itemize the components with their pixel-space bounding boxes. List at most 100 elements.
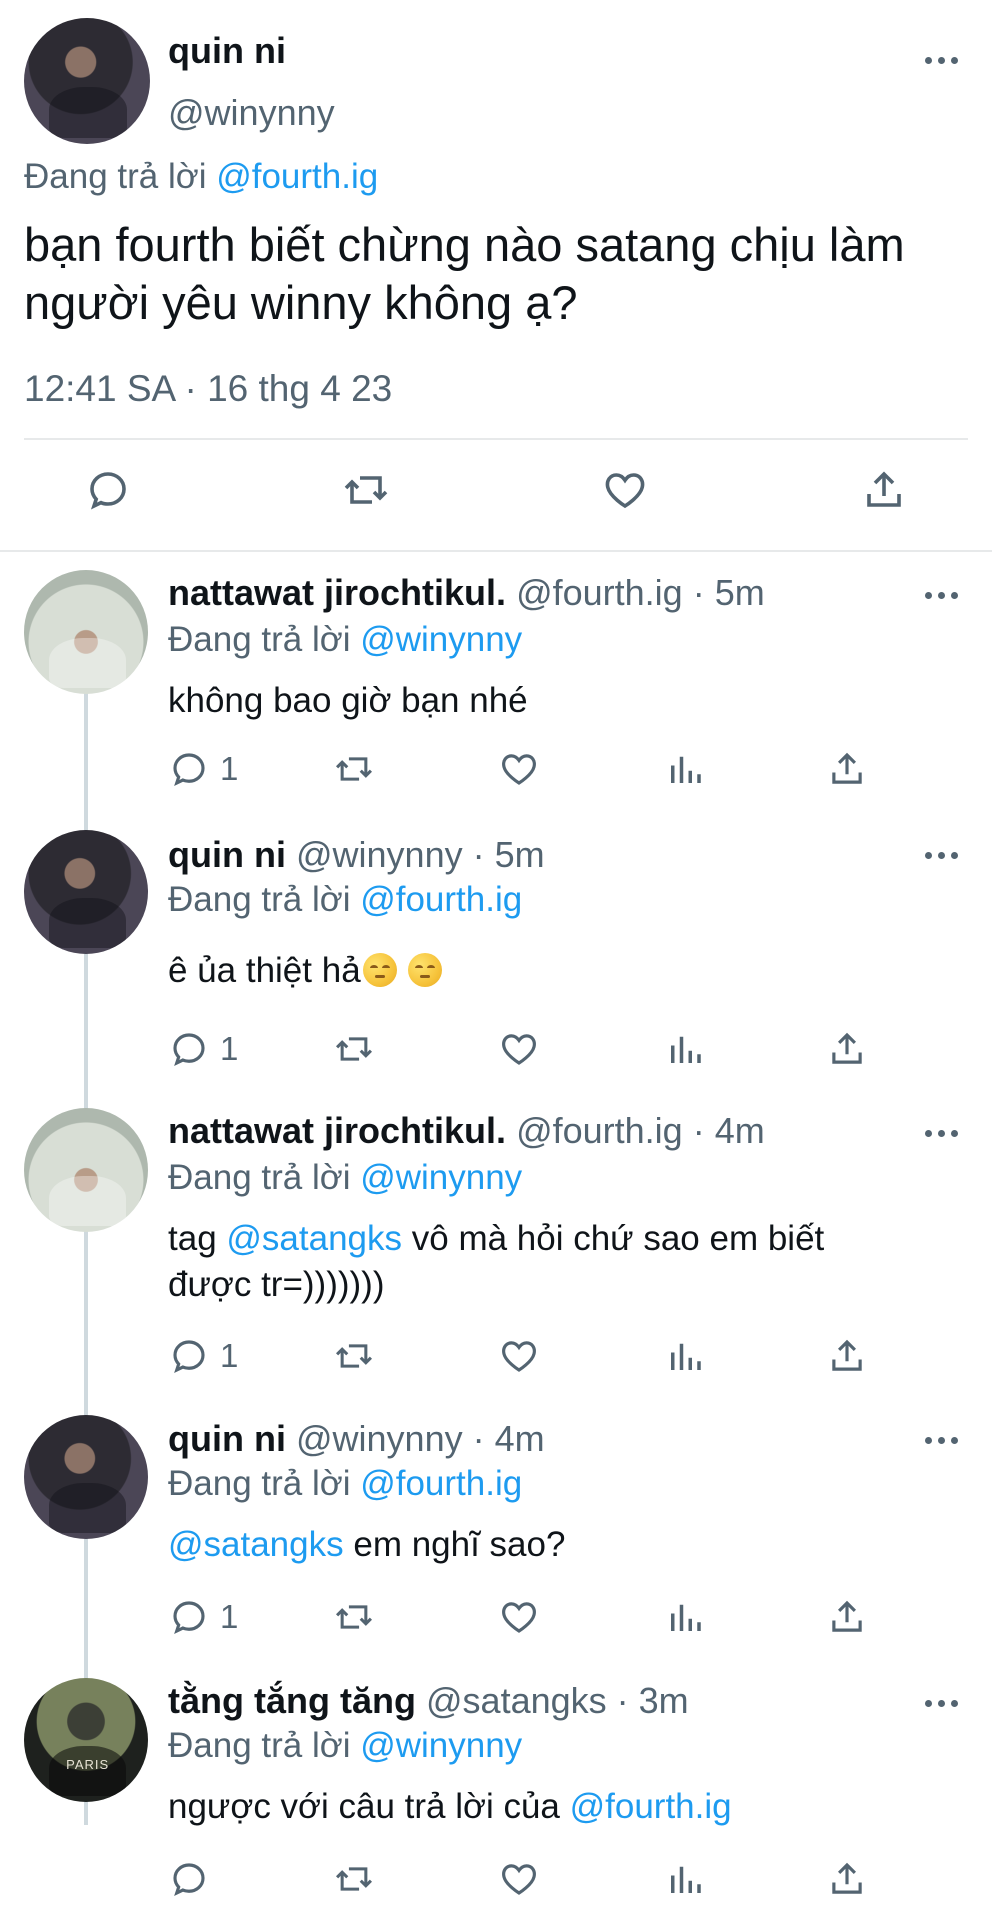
share-button[interactable] — [826, 1028, 868, 1070]
reply-button[interactable] — [84, 466, 132, 514]
replying-to-label: Đang trả lời @winynny — [168, 1726, 523, 1765]
analytics-icon — [671, 1866, 701, 1893]
reply-handle[interactable]: @satangks — [426, 1680, 607, 1721]
share-button[interactable] — [826, 1596, 868, 1638]
more-options-icon[interactable] — [925, 850, 959, 860]
retweet-icon — [335, 1867, 373, 1891]
author-handle[interactable]: @winynny — [168, 92, 335, 134]
reply-display-name[interactable]: quin ni — [168, 1418, 286, 1459]
analytics-icon — [671, 1604, 701, 1631]
reply-icon — [173, 1340, 205, 1374]
retweet-button[interactable] — [340, 466, 392, 514]
replying-to-link[interactable]: @winynny — [360, 620, 522, 659]
reply-button[interactable]: 1 — [168, 1335, 238, 1377]
share-icon — [832, 1339, 862, 1371]
analytics-button[interactable] — [664, 1028, 706, 1070]
reply-button[interactable]: 1 — [168, 748, 238, 790]
analytics-button[interactable] — [664, 1858, 706, 1900]
reply-actions — [0, 1858, 992, 1918]
reply-icon — [173, 753, 205, 787]
reply-display-name[interactable]: tằng tắng tăng — [168, 1680, 416, 1721]
like-button[interactable] — [498, 1858, 540, 1900]
share-icon — [832, 1862, 862, 1894]
like-button[interactable] — [498, 1028, 540, 1070]
like-icon — [605, 473, 645, 509]
reply-button[interactable]: 1 — [168, 1028, 238, 1070]
replying-to-label: Đang trả lời @winynny — [168, 1158, 523, 1197]
reply-handle[interactable]: @fourth.ig — [516, 572, 683, 613]
retweet-button[interactable] — [332, 1335, 376, 1377]
mention-link[interactable]: @satangks — [226, 1219, 402, 1258]
reply-actions: 1 — [0, 1028, 992, 1088]
author-avatar[interactable] — [24, 18, 150, 144]
reply-header: quin ni @winynny · 4m — [168, 1418, 545, 1460]
more-options-icon[interactable] — [925, 1435, 959, 1445]
retweet-icon — [335, 757, 373, 781]
mention-link[interactable]: @satangks — [168, 1525, 344, 1564]
reply-time[interactable]: · 5m — [693, 572, 765, 613]
replying-to-link[interactable]: @fourth.ig — [216, 157, 378, 196]
reply-avatar[interactable] — [24, 830, 148, 954]
tweet-timestamp[interactable]: 12:41 SA · 16 thg 4 23 — [24, 368, 392, 410]
reply-count: 1 — [220, 750, 239, 787]
author-display-name[interactable]: quin ni — [168, 30, 286, 72]
share-button[interactable] — [826, 1858, 868, 1900]
share-button[interactable] — [826, 1335, 868, 1377]
reply-handle[interactable]: @winynny — [296, 834, 463, 875]
replying-to-label: Đang trả lời @fourth.ig — [168, 880, 523, 919]
like-button[interactable] — [498, 748, 540, 790]
retweet-button[interactable] — [332, 748, 376, 790]
reply-display-name[interactable]: quin ni — [168, 834, 286, 875]
replying-to-link[interactable]: @winynny — [360, 1726, 522, 1765]
reply-actions: 1 — [0, 1335, 992, 1395]
reply-icon — [173, 1033, 205, 1067]
like-icon — [502, 1864, 536, 1895]
reply-text-container: ngược với câu trả lời của @fourth.ig — [168, 1784, 948, 1830]
reply-text: không bao giờ bạn nhé — [168, 681, 528, 720]
replying-to-link[interactable]: @fourth.ig — [360, 1464, 522, 1503]
like-button[interactable] — [498, 1596, 540, 1638]
reply-button[interactable] — [168, 1858, 220, 1900]
more-options-icon[interactable] — [925, 1698, 959, 1708]
avatar-figure — [48, 1483, 126, 1533]
analytics-button[interactable] — [664, 1596, 706, 1638]
reply-count: 1 — [220, 1030, 239, 1067]
timestamp-divider — [24, 438, 968, 440]
retweet-button[interactable] — [332, 1028, 376, 1070]
more-options-icon[interactable] — [925, 590, 959, 600]
replying-to-link[interactable]: @winynny — [360, 1158, 522, 1197]
reply-avatar[interactable] — [24, 1108, 148, 1232]
replying-to-label: Đang trả lời @fourth.ig — [24, 157, 379, 196]
reply-handle[interactable]: @fourth.ig — [516, 1110, 683, 1151]
mention-link[interactable]: @fourth.ig — [570, 1787, 732, 1826]
reply-time[interactable]: · 4m — [473, 1418, 545, 1459]
reply-display-name[interactable]: nattawat jirochtikul. — [168, 572, 506, 613]
like-button[interactable] — [600, 466, 650, 514]
analytics-button[interactable] — [664, 1335, 706, 1377]
reply-time[interactable]: · 3m — [617, 1680, 689, 1721]
reply-avatar[interactable] — [24, 1415, 148, 1539]
reply-text-line-2: được tr=))))))) — [168, 1265, 385, 1304]
reply-time[interactable]: · 4m — [693, 1110, 765, 1151]
main-tweet: quin ni @winynny Đang trả lời @fourth.ig… — [0, 0, 992, 552]
like-button[interactable] — [498, 1335, 540, 1377]
reply-header: nattawat jirochtikul. @fourth.ig · 4m — [168, 1110, 765, 1152]
reply-avatar[interactable] — [24, 570, 148, 694]
share-button[interactable] — [826, 748, 868, 790]
more-options-icon[interactable] — [925, 1128, 959, 1138]
more-options-icon[interactable] — [925, 55, 959, 65]
main-tweet-text: bạn fourth biết chừng nào satang chịu là… — [24, 218, 905, 329]
reply-display-name[interactable]: nattawat jirochtikul. — [168, 1110, 506, 1151]
reply-button[interactable]: 1 — [168, 1596, 238, 1638]
reply-avatar[interactable]: PARIS — [24, 1678, 148, 1802]
reply-icon — [173, 1601, 205, 1635]
reply-handle[interactable]: @winynny — [296, 1418, 463, 1459]
retweet-button[interactable] — [332, 1858, 376, 1900]
reply-time[interactable]: · 5m — [473, 834, 545, 875]
retweet-button[interactable] — [332, 1596, 376, 1638]
main-tweet-actions — [0, 466, 992, 526]
share-button[interactable] — [860, 466, 908, 514]
analytics-button[interactable] — [664, 748, 706, 790]
reply-text-container: tag @satangks vô mà hỏi chứ sao em biết … — [168, 1216, 948, 1308]
replying-to-link[interactable]: @fourth.ig — [360, 880, 522, 919]
